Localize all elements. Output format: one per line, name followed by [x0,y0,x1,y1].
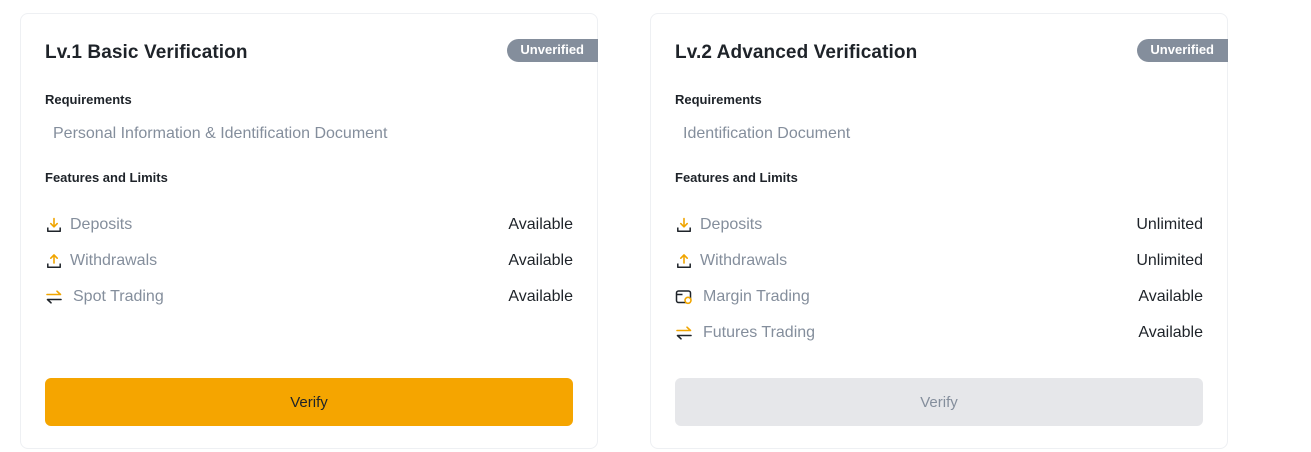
feature-name: Deposits [70,216,133,233]
requirements-text: Personal Information & Identification Do… [53,125,388,142]
margin-wallet-icon [675,288,693,306]
feature-name: Spot Trading [73,288,164,305]
card-title: Lv.1 Basic Verification [45,42,248,63]
feature-name: Margin Trading [703,288,810,305]
feature-row-deposits: Deposits Unlimited [675,214,1203,236]
feature-value: Available [1138,324,1203,341]
status-badge: Unverified [1137,39,1228,62]
feature-name: Futures Trading [703,324,816,341]
requirements-label: Requirements [675,92,762,107]
feature-row-deposits: Deposits Available [45,214,573,236]
requirements-label: Requirements [45,92,132,107]
feature-value: Available [1138,288,1203,305]
feature-name: Withdrawals [700,252,788,269]
deposit-icon [675,216,693,234]
feature-row-spot-trading: Spot Trading Available [45,286,573,308]
verify-button[interactable]: Verify [45,378,573,426]
feature-name: Deposits [700,216,763,233]
features-label: Features and Limits [675,170,798,185]
requirements-text: Identification Document [683,125,851,142]
verification-card-lv1: Lv.1 Basic Verification Unverified Requi… [20,13,598,449]
feature-row-withdrawals: Withdrawals Unlimited [675,250,1203,272]
feature-value: Unlimited [1136,252,1203,269]
withdraw-icon [45,252,63,270]
feature-row-margin-trading: Margin Trading Available [675,286,1203,308]
feature-value: Available [508,288,573,305]
deposit-icon [45,216,63,234]
card-title: Lv.2 Advanced Verification [675,42,918,63]
feature-name: Withdrawals [70,252,158,269]
verification-card-lv2: Lv.2 Advanced Verification Unverified Re… [650,13,1228,449]
feature-value: Available [508,252,573,269]
swap-icon [45,288,63,306]
withdraw-icon [675,252,693,270]
feature-value: Unlimited [1136,216,1203,233]
swap-icon [675,324,693,342]
feature-row-withdrawals: Withdrawals Available [45,250,573,272]
feature-row-futures-trading: Futures Trading Available [675,322,1203,344]
status-badge: Unverified [507,39,598,62]
feature-value: Available [508,216,573,233]
features-label: Features and Limits [45,170,168,185]
verify-button-disabled[interactable]: Verify [675,378,1203,426]
